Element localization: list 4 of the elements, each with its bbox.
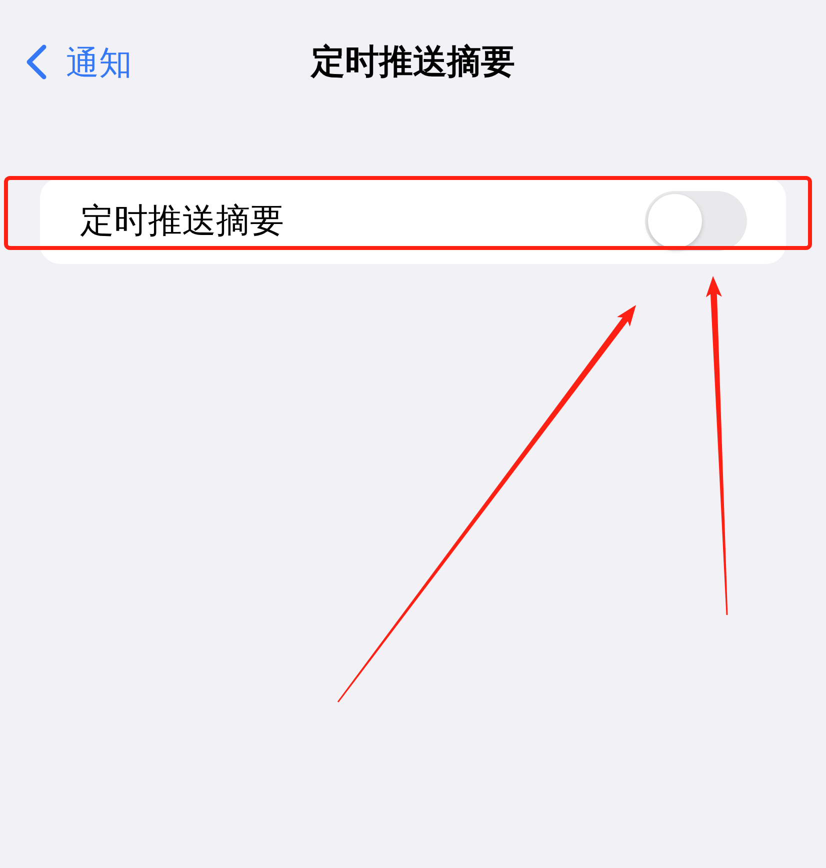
row-label: 定时推送摘要 bbox=[80, 204, 284, 238]
back-button[interactable]: 通知 bbox=[25, 44, 132, 80]
back-chevron-icon bbox=[25, 44, 47, 80]
page-title: 定时推送摘要 bbox=[311, 45, 515, 79]
